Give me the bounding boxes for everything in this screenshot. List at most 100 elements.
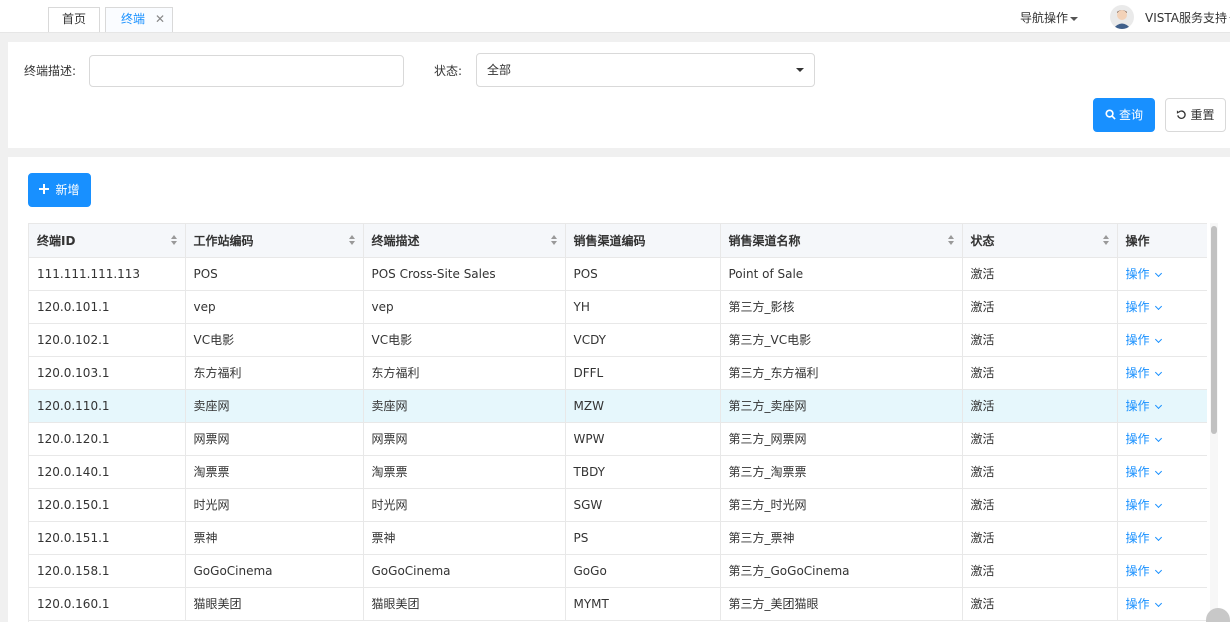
search-icon (1105, 109, 1116, 120)
actions-cell[interactable]: 操作 (1117, 455, 1207, 489)
actions-dropdown-link[interactable]: 操作 (1126, 267, 1150, 281)
actions-cell[interactable]: 操作 (1117, 554, 1207, 588)
terminal-desc-input[interactable] (89, 55, 404, 87)
table-cell: YH (565, 290, 721, 324)
actions-cell[interactable]: 操作 (1117, 290, 1207, 324)
table-cell: 票神 (363, 521, 566, 555)
actions-cell[interactable]: 操作 (1117, 257, 1207, 291)
add-button[interactable]: 新增 (28, 173, 91, 207)
table-cell: 第三方_淘票票 (720, 455, 963, 489)
content-panel: 新增 终端ID 工作站编码 终端描述 销售渠道编码 销售渠道名称 状态 操作 1… (8, 157, 1230, 622)
table-row[interactable]: 120.0.151.1 票神 票神 PS 第三方_票神 激活 操作 (29, 521, 1207, 555)
table-row[interactable]: 120.0.120.1 网票网 网票网 WPW 第三方_网票网 激活 操作 (29, 422, 1207, 456)
reset-icon (1177, 110, 1187, 119)
table-cell: 淘票票 (185, 455, 364, 489)
actions-dropdown-link[interactable]: 操作 (1126, 597, 1150, 611)
table-cell: 激活 (962, 554, 1118, 588)
actions-cell[interactable]: 操作 (1117, 422, 1207, 456)
table-cell: 激活 (962, 323, 1118, 357)
table-cell: 第三方_美团猫眼 (720, 587, 963, 621)
scrollbar-thumb[interactable] (1211, 226, 1217, 434)
table-cell: 120.0.150.1 (29, 488, 186, 522)
chevron-down-icon (1154, 269, 1162, 278)
table-cell: MYMT (565, 587, 721, 621)
chevron-down-icon (1154, 566, 1162, 575)
sort-icon[interactable] (550, 235, 557, 246)
actions-dropdown-link[interactable]: 操作 (1126, 465, 1150, 479)
caret-down-icon (1070, 16, 1079, 21)
add-button-label: 新增 (55, 183, 80, 197)
column-header-status[interactable]: 状态 (962, 224, 1118, 258)
close-icon[interactable]: ✕ (155, 8, 165, 31)
table-cell: 第三方_票神 (720, 521, 963, 555)
tab-home[interactable]: 首页 (48, 7, 100, 32)
user-menu[interactable]: VISTA服务支持 (1145, 9, 1230, 26)
table-cell: GoGoCinema (185, 554, 364, 588)
sort-icon[interactable] (947, 235, 954, 246)
status-select-value: 全部 (487, 63, 512, 77)
actions-dropdown-link[interactable]: 操作 (1126, 564, 1150, 578)
status-select[interactable]: 全部 (476, 53, 815, 87)
reset-button[interactable]: 重置 (1165, 98, 1226, 132)
table-cell: 120.0.151.1 (29, 521, 186, 555)
table-cell: TBDY (565, 455, 721, 489)
actions-dropdown-link[interactable]: 操作 (1126, 531, 1150, 545)
actions-dropdown-link[interactable]: 操作 (1126, 300, 1150, 314)
table-cell: WPW (565, 422, 721, 456)
actions-dropdown-link[interactable]: 操作 (1126, 333, 1150, 347)
column-header-label: 终端ID (37, 233, 76, 248)
table-row[interactable]: 120.0.160.1 猫眼美团 猫眼美团 MYMT 第三方_美团猫眼 激活 操作 (29, 587, 1207, 621)
avatar[interactable] (1110, 5, 1134, 29)
chevron-down-icon (1154, 302, 1162, 311)
table-cell: 激活 (962, 290, 1118, 324)
table-row[interactable]: 120.0.110.1 卖座网 卖座网 MZW 第三方_卖座网 激活 操作 (29, 389, 1207, 423)
chevron-down-icon (1154, 500, 1162, 509)
column-header-label: 销售渠道编码 (573, 233, 646, 248)
actions-cell[interactable]: 操作 (1117, 389, 1207, 423)
column-header-workstation-code[interactable]: 工作站编码 (185, 224, 364, 258)
actions-cell[interactable]: 操作 (1117, 488, 1207, 522)
table-scrollbar[interactable] (1210, 223, 1218, 622)
sort-icon[interactable] (348, 235, 355, 246)
table-cell: 淘票票 (363, 455, 566, 489)
actions-dropdown-link[interactable]: 操作 (1126, 399, 1150, 413)
actions-dropdown-link[interactable]: 操作 (1126, 366, 1150, 380)
table-cell: GoGoCinema (363, 554, 566, 588)
actions-cell[interactable]: 操作 (1117, 587, 1207, 621)
table-row[interactable]: 120.0.103.1 东方福利 东方福利 DFFL 第三方_东方福利 激活 操作 (29, 356, 1207, 390)
table-row[interactable]: 120.0.150.1 时光网 时光网 SGW 第三方_时光网 激活 操作 (29, 488, 1207, 522)
column-header-channel-code[interactable]: 销售渠道编码 (565, 224, 721, 258)
table-cell: 激活 (962, 587, 1118, 621)
actions-cell[interactable]: 操作 (1117, 323, 1207, 357)
tab-terminal[interactable]: 终端 ✕ (105, 7, 173, 32)
chevron-down-icon (1154, 434, 1162, 443)
table-row[interactable]: 120.0.158.1 GoGoCinema GoGoCinema GoGo 第三方_G… (29, 554, 1207, 588)
column-header-channel-name[interactable]: 销售渠道名称 (720, 224, 963, 258)
column-header-terminal-id[interactable]: 终端ID (29, 224, 186, 258)
tab-home-label: 首页 (61, 12, 86, 26)
table-row[interactable]: 120.0.102.1 VC电影 VC电影 VCDY 第三方_VC电影 激活 操作 (29, 323, 1207, 357)
table-cell: 时光网 (363, 488, 566, 522)
table-cell: 120.0.160.1 (29, 587, 186, 621)
table-cell: PS (565, 521, 721, 555)
column-header-actions: 操作 (1117, 224, 1207, 258)
chevron-down-icon (1154, 599, 1162, 608)
table-row[interactable]: 120.0.101.1 vep vep YH 第三方_影核 激活 操作 (29, 290, 1207, 324)
actions-dropdown-link[interactable]: 操作 (1126, 432, 1150, 446)
actions-cell[interactable]: 操作 (1117, 356, 1207, 390)
table-cell: 120.0.102.1 (29, 323, 186, 357)
nav-operations-dropdown[interactable]: 导航操作 (1020, 9, 1079, 26)
table-cell: 111.111.111.113 (29, 257, 186, 291)
table-header-row: 终端ID 工作站编码 终端描述 销售渠道编码 销售渠道名称 状态 操作 (29, 224, 1207, 258)
actions-cell[interactable]: 操作 (1117, 521, 1207, 555)
query-button[interactable]: 查询 (1093, 98, 1155, 132)
table-row[interactable]: 111.111.111.113 POS POS Cross-Site Sales PO… (29, 257, 1207, 291)
actions-dropdown-link[interactable]: 操作 (1126, 498, 1150, 512)
sort-icon[interactable] (1102, 235, 1109, 246)
table-cell: 激活 (962, 422, 1118, 456)
sort-icon[interactable] (170, 235, 177, 246)
table-cell: 激活 (962, 356, 1118, 390)
column-header-terminal-desc[interactable]: 终端描述 (363, 224, 566, 258)
table-row[interactable]: 120.0.140.1 淘票票 淘票票 TBDY 第三方_淘票票 激活 操作 (29, 455, 1207, 489)
table-cell: SGW (565, 488, 721, 522)
